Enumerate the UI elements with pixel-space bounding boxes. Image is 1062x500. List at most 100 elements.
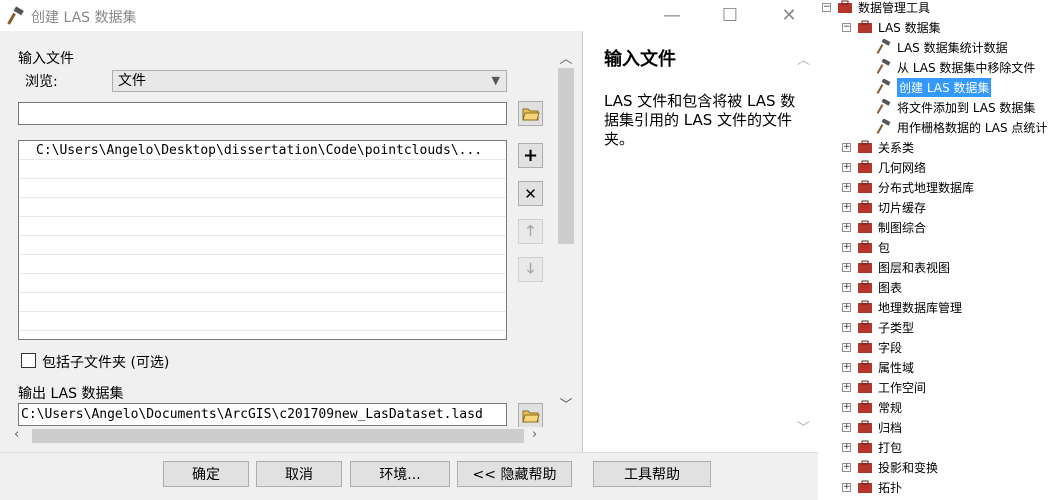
expand-icon[interactable]: + (842, 442, 851, 452)
tree-toolset[interactable]: + 工作空间 (842, 377, 926, 397)
list-item[interactable] (19, 274, 506, 293)
ok-button[interactable]: 确定 (163, 461, 249, 487)
input-files-list[interactable]: C:\Users\Angelo\Desktop\dissertation\Cod… (18, 140, 507, 340)
tree-tool[interactable]: 从 LAS 数据集中移除文件 (876, 57, 1035, 77)
list-item[interactable] (19, 160, 506, 179)
remove-button[interactable]: ✕ (518, 181, 543, 206)
tree-root[interactable]: − 数据管理工具 (822, 0, 930, 17)
tree-toolset[interactable]: + 分布式地理数据库 (842, 177, 974, 197)
tree-tool-selected[interactable]: 创建 LAS 数据集 (876, 77, 992, 97)
help-scroll-up-icon[interactable]: ︿ (797, 49, 810, 68)
scroll-right-icon[interactable]: › (532, 427, 537, 442)
collapse-icon[interactable]: − (822, 2, 831, 12)
list-item[interactable] (19, 217, 506, 236)
toolset-icon (858, 300, 872, 313)
vertical-scrollbar[interactable]: ︿ ﹀ (556, 46, 576, 440)
tree-toolset[interactable]: + 字段 (842, 337, 902, 357)
scroll-thumb[interactable] (32, 429, 524, 443)
browse-folder-button[interactable] (518, 101, 543, 126)
tree-toolset[interactable]: + 投影和变换 (842, 457, 938, 477)
expand-icon[interactable]: + (842, 282, 851, 292)
toolset-icon (858, 360, 872, 373)
expand-icon[interactable]: + (842, 342, 851, 352)
tree-toolset[interactable]: + 地理数据库管理 (842, 297, 962, 317)
list-item[interactable] (19, 312, 506, 331)
tree-toolset[interactable]: + 属性域 (842, 357, 914, 377)
hide-help-button[interactable]: << 隐藏帮助 (457, 461, 572, 487)
tree-toolset[interactable]: + 包 (842, 237, 890, 257)
list-item[interactable] (19, 255, 506, 274)
title-bar: 创建 LAS 数据集 — ☐ ✕ (0, 0, 818, 31)
include-subfolders-checkbox[interactable] (21, 353, 36, 368)
tree-toolset[interactable]: + 拓扑 (842, 477, 902, 497)
browse-type-value: 文件 (118, 73, 146, 89)
tree-toolset[interactable]: + 几何网络 (842, 157, 926, 177)
tree-toolset[interactable]: + 常规 (842, 397, 902, 417)
tree-tool[interactable]: LAS 数据集统计数据 (876, 37, 1008, 57)
move-down-button[interactable]: 🡓 (518, 257, 543, 282)
expand-icon[interactable]: + (842, 482, 851, 492)
list-item[interactable] (19, 179, 506, 198)
expand-icon[interactable]: + (842, 382, 851, 392)
expand-icon[interactable]: + (842, 322, 851, 332)
output-browse-button[interactable] (518, 403, 543, 428)
cancel-button[interactable]: 取消 (256, 461, 342, 487)
scroll-thumb[interactable] (558, 68, 574, 244)
scroll-down-icon[interactable]: ﹀ (556, 394, 576, 413)
tree-root-label: 数据管理工具 (858, 0, 931, 15)
tree-toolset-label: 属性域 (878, 360, 915, 375)
create-las-dataset-dialog: 创建 LAS 数据集 — ☐ ✕ 输入文件 浏览: 文件 ▼ C:\Users\… (0, 0, 818, 500)
expand-icon[interactable]: + (842, 202, 851, 212)
expand-icon[interactable]: + (842, 162, 851, 172)
tree-toolset[interactable]: + 打包 (842, 437, 902, 457)
tree-tool-label: 从 LAS 数据集中移除文件 (897, 60, 1036, 75)
environments-button[interactable]: 环境... (350, 461, 450, 487)
tree-toolset-las[interactable]: − LAS 数据集 (842, 17, 941, 37)
maximize-button[interactable]: ☐ (701, 0, 759, 31)
tree-toolset[interactable]: + 图表 (842, 277, 902, 297)
tree-toolset[interactable]: + 图层和表视图 (842, 257, 950, 277)
minimize-button[interactable]: — (643, 0, 701, 31)
close-button[interactable]: ✕ (760, 0, 818, 31)
toolset-icon (858, 420, 872, 433)
tree-tool[interactable]: 将文件添加到 LAS 数据集 (876, 97, 1035, 117)
collapse-icon[interactable]: − (842, 22, 851, 32)
tree-toolset[interactable]: + 归档 (842, 417, 902, 437)
tree-tool[interactable]: 用作栅格数据的 LAS 点统计 (876, 117, 1047, 137)
expand-icon[interactable]: + (842, 302, 851, 312)
add-button[interactable]: + (518, 143, 543, 168)
tree-toolset[interactable]: + 切片缓存 (842, 197, 926, 217)
move-up-button[interactable]: 🡑 (518, 219, 543, 244)
tree-toolset[interactable]: + 子类型 (842, 317, 914, 337)
expand-icon[interactable]: + (842, 242, 851, 252)
tree-tool-label: 用作栅格数据的 LAS 点统计 (897, 120, 1048, 135)
list-item[interactable] (19, 236, 506, 255)
list-item[interactable]: C:\Users\Angelo\Desktop\dissertation\Cod… (19, 141, 506, 160)
expand-icon[interactable]: + (842, 262, 851, 272)
tree-toolset[interactable]: + 制图综合 (842, 217, 926, 237)
expand-icon[interactable]: + (842, 362, 851, 372)
browse-type-select[interactable]: 文件 ▼ (112, 70, 507, 92)
help-scroll-down-icon[interactable]: ﹀ (797, 417, 810, 436)
output-dataset-label: 输出 LAS 数据集 (18, 386, 124, 402)
scroll-up-icon[interactable]: ︿ (556, 48, 576, 67)
list-item[interactable] (19, 293, 506, 312)
output-dataset-field[interactable]: C:\Users\Angelo\Documents\ArcGIS\c201709… (18, 403, 507, 426)
expand-icon[interactable]: + (842, 142, 851, 152)
horizontal-scrollbar[interactable]: ‹ › (12, 427, 546, 445)
expand-icon[interactable]: + (842, 402, 851, 412)
tree-toolset-label: 地理数据库管理 (878, 300, 963, 315)
expand-icon[interactable]: + (842, 462, 851, 472)
expand-icon[interactable]: + (842, 222, 851, 232)
tool-help-button[interactable]: 工具帮助 (593, 461, 711, 487)
input-path-field[interactable] (18, 102, 507, 125)
tree-tool-label: 创建 LAS 数据集 (897, 77, 992, 97)
tree-toolset-label: 图层和表视图 (878, 260, 951, 275)
toolset-icon (858, 320, 872, 333)
toolset-icon (858, 160, 872, 173)
expand-icon[interactable]: + (842, 182, 851, 192)
list-item[interactable] (19, 198, 506, 217)
expand-icon[interactable]: + (842, 422, 851, 432)
tree-toolset[interactable]: + 关系类 (842, 137, 914, 157)
scroll-left-icon[interactable]: ‹ (14, 427, 19, 442)
